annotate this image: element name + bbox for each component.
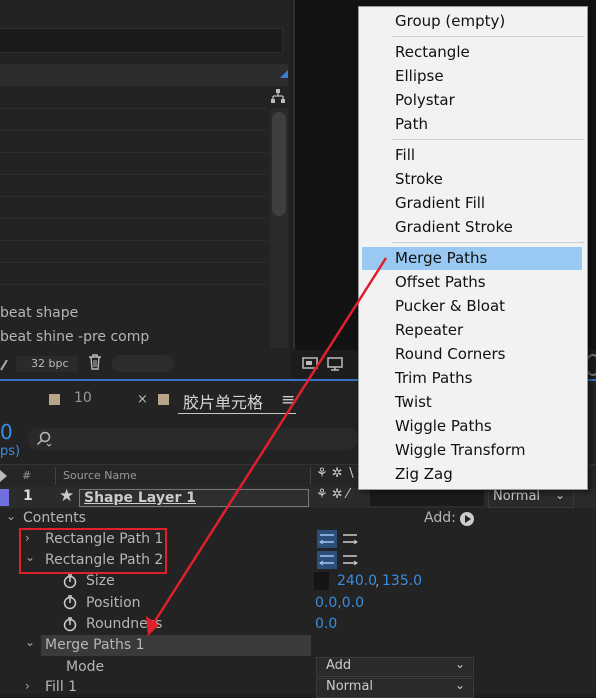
annotation-arrow (146, 257, 388, 636)
